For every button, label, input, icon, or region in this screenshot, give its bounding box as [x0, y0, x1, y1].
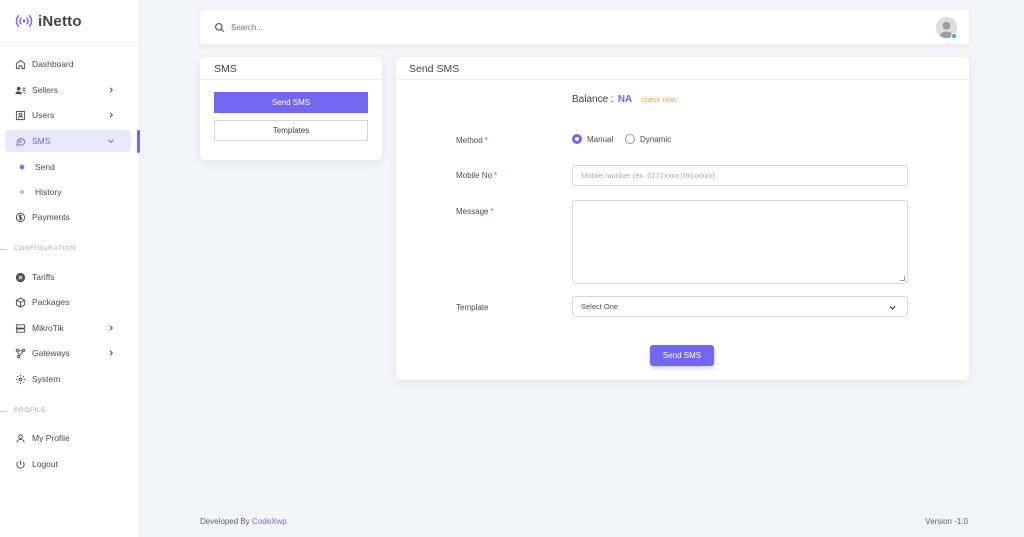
card-title: SMS — [214, 63, 237, 75]
label-text: Message — [456, 207, 489, 216]
sidebar-item-label: SMS — [32, 136, 51, 146]
radio-checked-icon[interactable] — [572, 134, 582, 144]
user-icon — [16, 433, 25, 443]
sidebar-item-label: Users — [32, 110, 55, 120]
sidebar-item-packages[interactable]: Packages — [5, 291, 131, 313]
active-dot-icon — [19, 164, 25, 170]
resize-handle-icon[interactable] — [900, 276, 905, 281]
label-text: Method — [456, 136, 483, 145]
broadcast-icon — [15, 14, 33, 28]
chevron-right-icon — [109, 112, 114, 118]
chevron-down-icon — [108, 139, 114, 144]
sidebar-subitem-send[interactable]: Send — [19, 159, 55, 175]
users-list-icon — [15, 86, 26, 94]
sidebar-item-label: Logout — [32, 459, 58, 469]
sidebar-item-label: My Profile — [32, 433, 70, 443]
section-label-profile: PROFILE — [14, 407, 47, 414]
radio-unchecked-icon[interactable] — [625, 134, 635, 144]
sidebar-item-dashboard[interactable]: Dashboard — [5, 53, 131, 75]
sidebar-subitem-label: Send — [35, 162, 55, 172]
brand-name: iNetto — [38, 12, 82, 30]
footer-developed-by: Developed By — [200, 517, 250, 526]
dot-icon — [20, 190, 24, 194]
message-icon — [16, 137, 26, 146]
server-icon — [15, 323, 26, 333]
package-icon — [15, 296, 26, 308]
sidebar-item-my-profile[interactable]: My Profile — [5, 427, 131, 449]
sidebar-item-sms[interactable]: SMS — [5, 130, 131, 152]
method-manual-radio[interactable]: Manual — [572, 134, 613, 144]
template-label: Template — [456, 303, 489, 312]
chevron-down-icon — [889, 305, 896, 310]
chevron-right-icon — [109, 87, 114, 93]
dollar-circle-icon — [15, 212, 26, 222]
required-mark: * — [484, 136, 488, 145]
message-label: Message * — [456, 207, 494, 216]
method-label: Method * — [456, 136, 488, 145]
search-icon[interactable] — [214, 22, 225, 33]
active-indicator — [137, 130, 140, 153]
sidebar-subitem-label: History — [35, 187, 62, 197]
sidebar-item-label: System — [32, 374, 61, 384]
sidebar-item-label: Payments — [32, 212, 70, 222]
message-textarea[interactable] — [572, 200, 908, 284]
sidebar-item-logout[interactable]: Logout — [5, 453, 131, 475]
method-dynamic-radio[interactable]: Dynamic — [625, 134, 671, 144]
check-now-link[interactable]: check now — [641, 95, 676, 104]
radio-label: Dynamic — [640, 134, 672, 144]
footer-credit: Developed By CodeXwp — [200, 517, 287, 526]
mobile-label: Mobile No * — [456, 171, 497, 180]
online-status-badge — [951, 33, 957, 39]
tariff-icon — [15, 272, 26, 282]
chevron-right-icon — [109, 325, 114, 331]
sidebar-item-payments[interactable]: Payments — [5, 206, 131, 228]
section-divider — [0, 411, 7, 412]
required-mark: * — [490, 207, 494, 216]
label-text: Mobile No — [456, 171, 493, 180]
divider — [396, 79, 969, 80]
templates-tab-button[interactable]: Templates — [214, 120, 368, 141]
template-select[interactable]: Select One — [572, 296, 908, 317]
network-icon — [15, 348, 26, 358]
sidebar-subitem-history[interactable]: History — [20, 184, 61, 200]
sidebar-item-label: MikroTik — [32, 323, 64, 333]
send-sms-submit-button[interactable]: Send SMS — [650, 345, 714, 366]
card-title: Send SMS — [409, 63, 460, 75]
sidebar-item-label: Gateways — [32, 348, 70, 358]
brand[interactable]: iNetto — [0, 0, 139, 43]
section-label-configuration: CONFIGURATION — [14, 245, 76, 252]
mobile-number-input[interactable] — [572, 165, 908, 186]
sidebar-item-gateways[interactable]: Gateways — [5, 342, 131, 364]
section-divider — [0, 249, 7, 250]
sidebar: iNetto Dashboard Sellers Users SMS Send … — [0, 0, 140, 537]
sidebar-item-mikrotik[interactable]: MikroTik — [5, 317, 131, 339]
sidebar-item-system[interactable]: System — [5, 368, 131, 390]
divider — [200, 79, 382, 80]
sms-menu-card: SMS Send SMS Templates — [200, 57, 382, 160]
search-input[interactable] — [231, 22, 531, 32]
balance-label: Balance : — [572, 94, 614, 105]
sidebar-item-sellers[interactable]: Sellers — [5, 79, 131, 101]
topbar — [200, 10, 969, 44]
balance: Balance : NA check now — [572, 94, 677, 105]
sidebar-item-label: Dashboard — [32, 59, 74, 69]
sidebar-item-users[interactable]: Users — [5, 104, 131, 126]
footer-version: Version -1.0 — [925, 517, 968, 526]
power-icon — [16, 459, 25, 469]
template-selected-value: Select One — [581, 302, 619, 311]
sidebar-item-label: Sellers — [32, 85, 58, 95]
chevron-right-icon — [109, 350, 114, 356]
home-icon — [15, 59, 26, 69]
send-sms-tab-button[interactable]: Send SMS — [214, 92, 368, 113]
required-mark: * — [494, 171, 498, 180]
sidebar-item-label: Tariffs — [32, 272, 55, 282]
sidebar-item-label: Packages — [32, 297, 70, 307]
user-card-icon — [15, 110, 26, 120]
sidebar-item-tariffs[interactable]: Tariffs — [5, 266, 131, 288]
send-sms-card: Send SMS Balance : NA check now Method * … — [396, 57, 969, 380]
developer-link[interactable]: CodeXwp — [252, 517, 287, 526]
balance-value: NA — [617, 94, 633, 105]
gear-icon — [15, 374, 26, 384]
radio-label: Manual — [587, 134, 614, 144]
